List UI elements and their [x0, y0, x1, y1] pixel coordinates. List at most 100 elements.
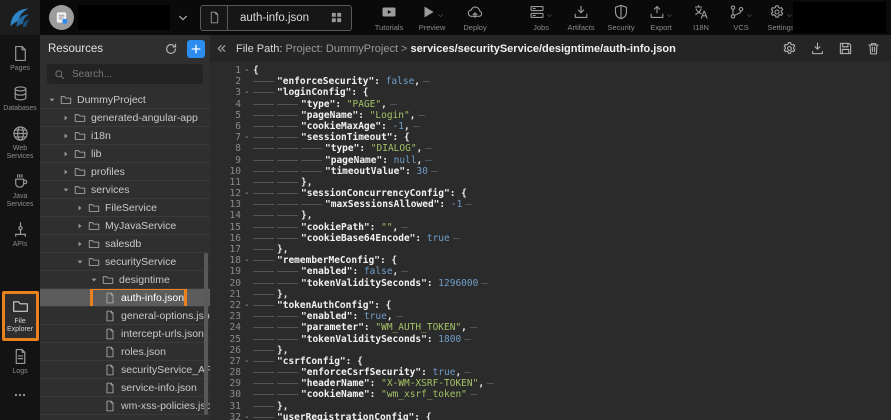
topbar-tool-export[interactable]: Export	[646, 3, 676, 32]
code-text: "cookieName": "wm_xsrf_token"	[253, 389, 477, 400]
tree-item-label: securityService	[105, 256, 176, 268]
caret-down-icon[interactable]	[62, 186, 74, 194]
tree-item-auth-info-json[interactable]: auth-info.json	[40, 289, 210, 307]
editor-actions	[782, 41, 881, 56]
save-button[interactable]	[838, 41, 853, 56]
caret-right-icon[interactable]	[62, 168, 74, 176]
tree-item-securityservice-api-json[interactable]: securityService_API.json	[40, 361, 210, 379]
topbar-tool-deploy[interactable]: Deploy	[460, 3, 490, 32]
topbar-tool-label: VCS	[733, 23, 748, 32]
caret-right-icon[interactable]	[62, 114, 74, 122]
fold-marker[interactable]: -	[244, 255, 253, 266]
delete-button[interactable]	[866, 41, 881, 56]
caret-right-icon[interactable]	[76, 222, 88, 230]
fold-marker[interactable]: -	[244, 356, 253, 367]
tree-item-label: services	[91, 184, 130, 196]
fold-marker[interactable]: -	[244, 65, 253, 76]
sidebar-item-logs[interactable]: Logs	[1, 348, 39, 376]
sidebar-item-apis[interactable]: APIs	[1, 221, 39, 249]
add-resource-button[interactable]	[187, 40, 205, 58]
topbar-tool-settings[interactable]: Settings	[766, 3, 796, 32]
tree-item-general-options-json[interactable]: general-options.json	[40, 307, 210, 325]
collapse-panel-icon[interactable]	[215, 42, 228, 55]
topbar-tool-vcs[interactable]: VCS	[726, 3, 756, 32]
topbar-tool-label: Settings	[767, 23, 794, 32]
fold-marker[interactable]: -	[244, 188, 253, 199]
code-text: "sessionConcurrencyConfig": {	[253, 188, 467, 199]
topbar-tool-jobs[interactable]: Jobs	[526, 3, 556, 32]
folder-icon	[74, 184, 91, 196]
tree-item-label: profiles	[91, 166, 125, 178]
tree-item-wm-xss-policies-json[interactable]: wm-xss-policies.json	[40, 397, 210, 415]
code-line: 30"cookieName": "wm_xsrf_token"	[218, 389, 891, 400]
sidebar-item-java-services[interactable]: Java Services	[1, 173, 39, 209]
tree-item-label: securityService_API.json	[121, 364, 210, 376]
refresh-button[interactable]	[164, 42, 178, 56]
tree-item-profiles[interactable]: profiles	[40, 163, 210, 181]
topbar-tool-security[interactable]: Security	[606, 3, 636, 32]
tree-item-securityservice[interactable]: securityService	[40, 253, 210, 271]
caret-right-icon[interactable]	[62, 132, 74, 140]
code-line: 2"enforceSecurity": false,	[218, 76, 891, 87]
redacted-project-name	[78, 5, 170, 30]
topbar-tool-artifacts[interactable]: Artifacts	[566, 3, 596, 32]
tree-item-dummyproject[interactable]: DummyProject	[40, 91, 210, 109]
grid-icon[interactable]	[321, 11, 351, 24]
search-box[interactable]	[47, 64, 203, 84]
project-switcher-chevron-icon[interactable]	[177, 12, 189, 24]
caret-right-icon[interactable]	[62, 150, 74, 158]
panel-scrollbar[interactable]	[204, 253, 208, 415]
search-input[interactable]	[70, 68, 196, 81]
sidebar-item-web-services[interactable]: Web Services	[1, 125, 39, 161]
folder-icon	[74, 148, 91, 160]
fold-gutter	[244, 367, 253, 378]
sidebar-item-pages[interactable]: Pages	[1, 45, 39, 73]
line-number: 3	[218, 87, 244, 98]
fold-gutter	[244, 266, 253, 277]
tree-item-i18n[interactable]: i18n	[40, 127, 210, 145]
resources-panel: Resources DummyProjectgenerated-angular-…	[40, 35, 210, 420]
tree-item-lib[interactable]: lib	[40, 145, 210, 163]
file-tab[interactable]: auth-info.json	[200, 5, 352, 31]
topbar-tool-tutorials[interactable]: Tutorials	[374, 3, 404, 32]
code-text: "pageName": null,	[253, 155, 432, 166]
caret-right-icon[interactable]	[76, 240, 88, 248]
tree-item-salesdb[interactable]: salesdb	[40, 235, 210, 253]
tree-item-generated-angular-app[interactable]: generated-angular-app	[40, 109, 210, 127]
tree-item-service-info-json[interactable]: service-info.json	[40, 379, 210, 397]
code-line: 21},	[218, 289, 891, 300]
code-editor[interactable]: 1-{2"enforceSecurity": false,3-"loginCon…	[210, 62, 891, 420]
folder-icon	[74, 166, 91, 178]
sidebar-item-label: Databases	[3, 105, 36, 113]
caret-down-icon[interactable]	[90, 276, 102, 284]
topbar-tool-preview[interactable]: Preview	[417, 3, 447, 32]
sidebar-item-more[interactable]	[1, 388, 39, 402]
tree-item-roles-json[interactable]: roles.json	[40, 343, 210, 361]
fold-marker[interactable]: -	[244, 412, 253, 420]
code-text: "csrfConfig": {	[253, 356, 363, 367]
fold-marker[interactable]: -	[244, 132, 253, 143]
caret-down-icon[interactable]	[76, 258, 88, 266]
fold-gutter	[244, 121, 253, 132]
file-settings-button[interactable]	[782, 41, 797, 56]
topbar-tool-i18n[interactable]: I18N	[686, 3, 716, 32]
fold-marker[interactable]: -	[244, 87, 253, 98]
app-logo[interactable]	[0, 0, 40, 35]
code-text: },	[253, 210, 312, 221]
translate-icon	[693, 4, 709, 20]
project-avatar[interactable]	[49, 5, 74, 30]
caret-right-icon	[62, 114, 70, 122]
tree-item-designtime[interactable]: designtime	[40, 271, 210, 289]
tree-item-fileservice[interactable]: FileService	[40, 199, 210, 217]
tree-item-intercept-urls-json[interactable]: intercept-urls.json	[40, 325, 210, 343]
chevron-down-icon	[786, 12, 793, 19]
folder-icon	[74, 112, 86, 124]
tree-item-myjavaservice[interactable]: MyJavaService	[40, 217, 210, 235]
sidebar-item-databases[interactable]: Databases	[1, 85, 39, 113]
caret-down-icon[interactable]	[48, 96, 60, 104]
fold-marker[interactable]: -	[244, 300, 253, 311]
caret-right-icon[interactable]	[76, 204, 88, 212]
sidebar-item-file-explorer[interactable]: File Explorer	[2, 291, 39, 341]
download-button[interactable]	[810, 41, 825, 56]
tree-item-services[interactable]: services	[40, 181, 210, 199]
